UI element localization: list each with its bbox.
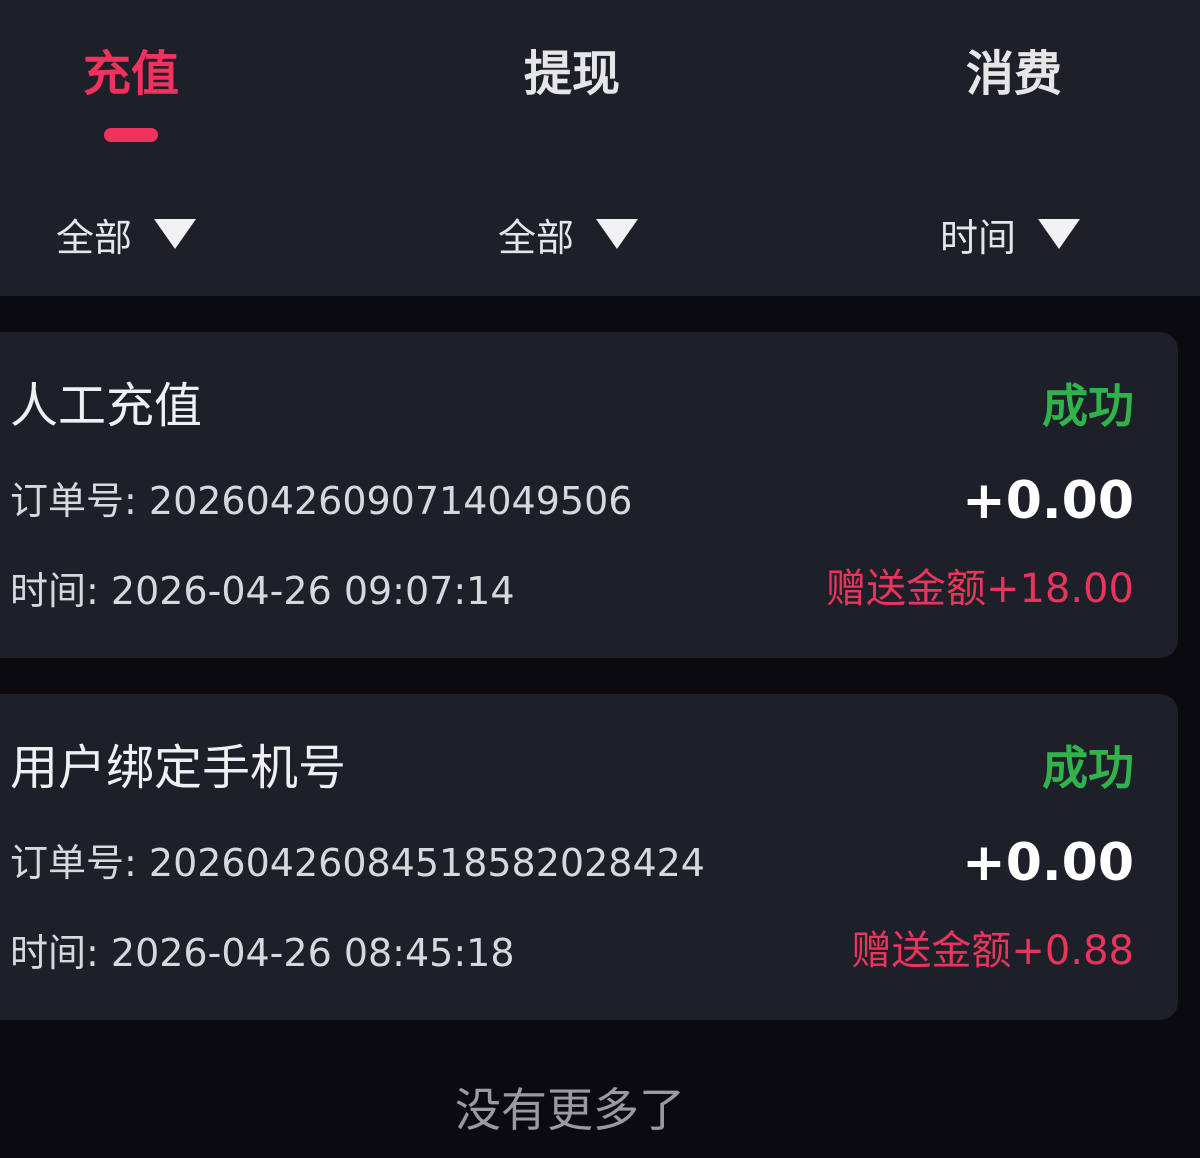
time-label: 时间: — [10, 931, 99, 975]
filter-time-dropdown[interactable]: 时间 — [940, 206, 1081, 262]
record-title: 人工充值 — [10, 378, 203, 434]
record-amount: +0.00 — [962, 833, 1134, 893]
record-card[interactable]: 人工充值 成功 订单号: 20260426090714049506 +0.00 … — [0, 332, 1178, 658]
transaction-records-page: 充值 提现 消费 全部 全部 时间 人工充值 成功 订单号: 202604260… — [0, 0, 1200, 1158]
time-value: 2026-04-26 09:07:14 — [110, 569, 515, 613]
record-time: 时间: 2026-04-26 09:07:14 — [10, 566, 515, 616]
bonus-amount: 赠送金额+0.88 — [851, 928, 1134, 974]
record-title: 用户绑定手机号 — [10, 740, 347, 796]
filter-type-label: 全部 — [56, 215, 133, 260]
active-tab-indicator — [104, 128, 158, 142]
record-amount: +0.00 — [962, 471, 1134, 531]
record-time: 时间: 2026-04-26 08:45:18 — [10, 928, 515, 978]
tab-recharge[interactable]: 充值 — [76, 42, 186, 106]
filter-status-label: 全部 — [498, 215, 575, 260]
time-label: 时间: — [10, 569, 99, 613]
bonus-amount: 赠送金额+18.00 — [825, 566, 1134, 612]
filter-type-dropdown[interactable]: 全部 — [56, 206, 197, 262]
order-value: 20260426090714049506 — [148, 479, 633, 523]
status-badge: 成功 — [1042, 741, 1134, 795]
filter-time-label: 时间 — [940, 215, 1017, 260]
triangle-down-icon — [596, 219, 639, 249]
triangle-down-icon — [154, 219, 197, 249]
no-more-label: 没有更多了 — [455, 1083, 685, 1137]
order-number: 订单号: 20260426084518582028424 — [10, 838, 705, 888]
record-card[interactable]: 用户绑定手机号 成功 订单号: 20260426084518582028424 … — [0, 694, 1178, 1020]
status-badge: 成功 — [1042, 379, 1134, 433]
filter-status-dropdown[interactable]: 全部 — [498, 206, 639, 262]
header: 充值 提现 消费 全部 全部 时间 — [0, 0, 1200, 296]
order-label: 订单号: — [10, 479, 137, 523]
triangle-down-icon — [1038, 219, 1081, 249]
tab-consume[interactable]: 消费 — [952, 42, 1076, 106]
order-number: 订单号: 20260426090714049506 — [10, 476, 632, 526]
order-label: 订单号: — [10, 841, 137, 885]
order-value: 20260426084518582028424 — [148, 841, 705, 885]
tab-withdraw[interactable]: 提现 — [512, 42, 632, 106]
time-value: 2026-04-26 08:45:18 — [110, 931, 515, 975]
